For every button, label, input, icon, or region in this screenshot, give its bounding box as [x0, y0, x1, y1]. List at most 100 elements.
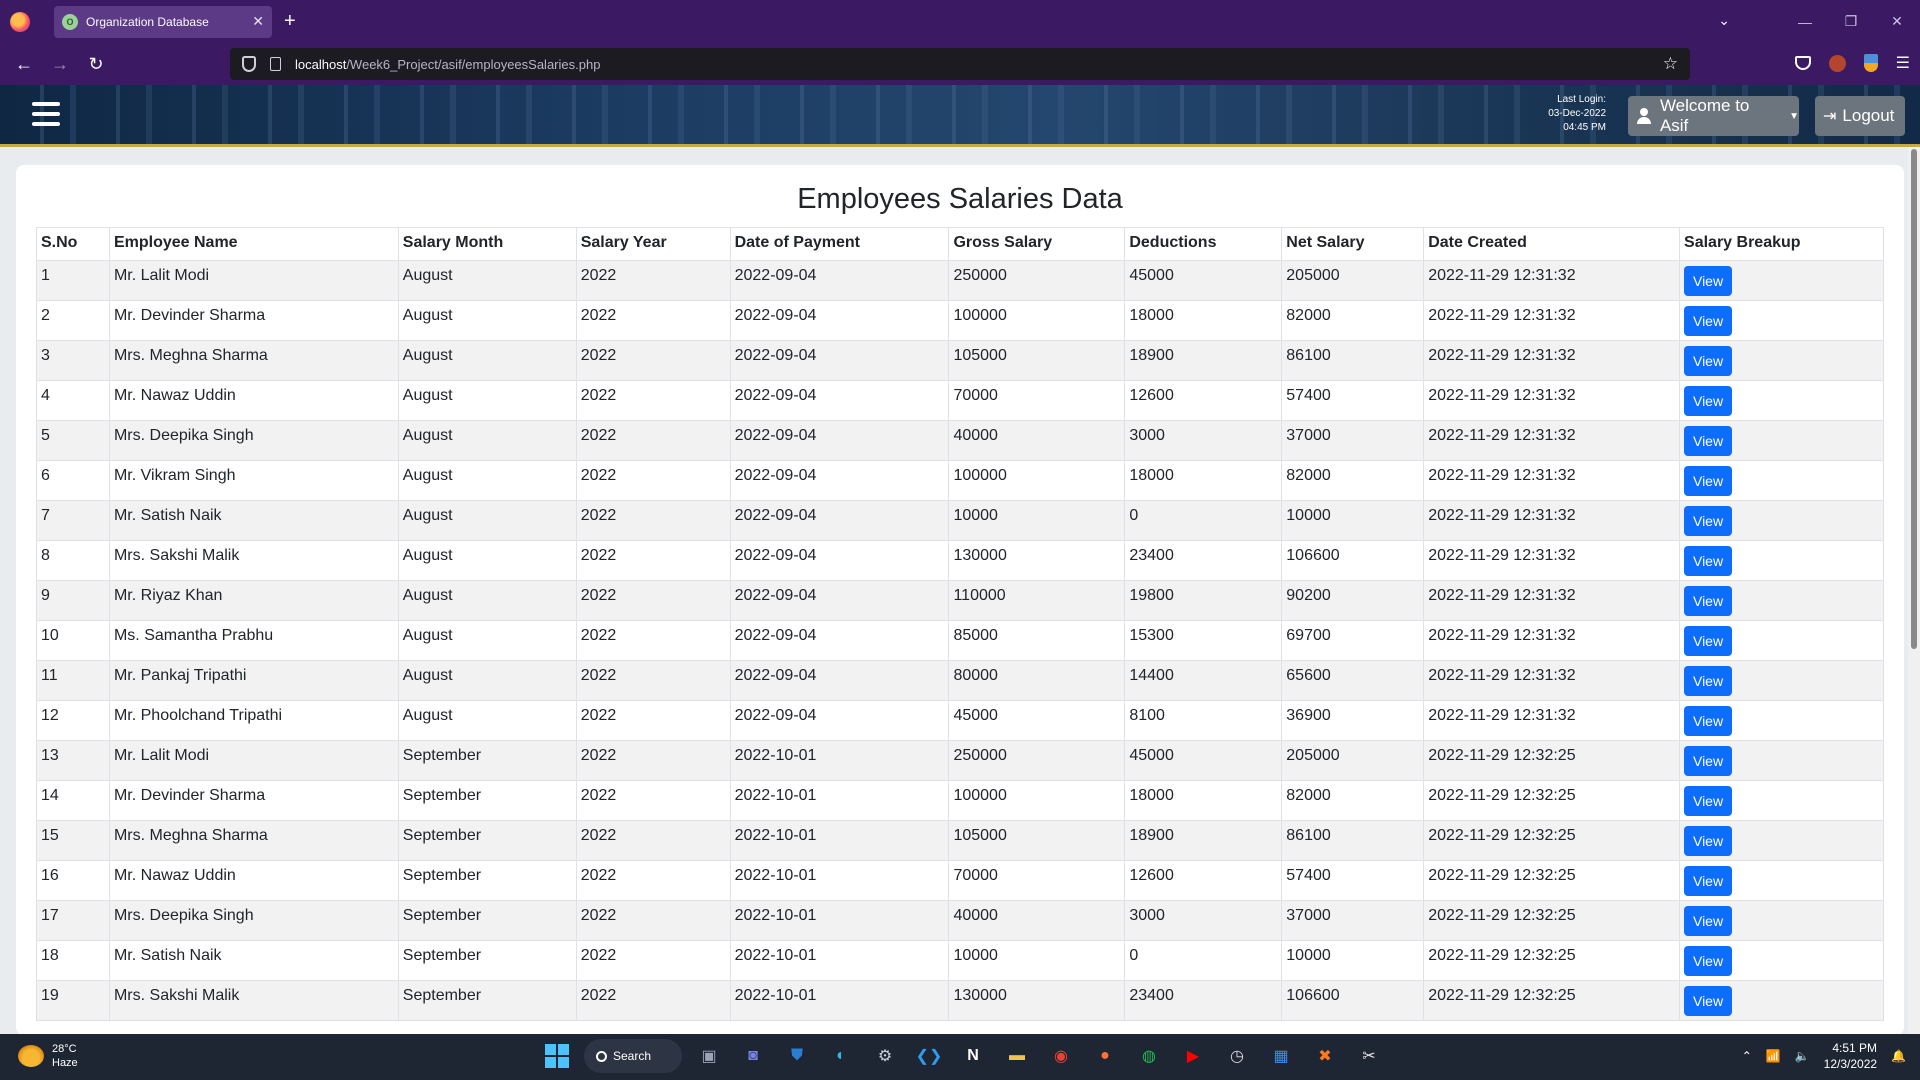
table-cell: 2022-09-04 — [729, 340, 950, 381]
taskbar-search-button[interactable]: Search — [584, 1039, 682, 1073]
bookmark-star-icon[interactable]: ☆ — [1663, 54, 1678, 74]
app-menu-icon[interactable]: ☰ — [1896, 53, 1910, 73]
teams-chat-icon[interactable]: ◙ — [736, 1039, 770, 1073]
edge-browser-icon[interactable]: ◐ — [824, 1039, 858, 1073]
view-salary-breakup-button[interactable]: View — [1684, 426, 1733, 456]
table-row: 12 Mr. Phoolchand Tripathi August 2022 2022-… — [36, 700, 1884, 741]
table-cell: 2022-11-29 12:31:32 — [1423, 420, 1681, 461]
browser-tab[interactable]: O Organization Database ✕ — [54, 5, 272, 38]
task-view-icon[interactable]: ▣ — [692, 1039, 726, 1073]
extension-avatar-icon[interactable] — [1828, 54, 1846, 72]
windows-security-icon[interactable]: ⛊ — [780, 1039, 814, 1073]
chrome-icon[interactable]: ◉ — [1044, 1039, 1078, 1073]
page-scrollbar[interactable] — [1908, 147, 1920, 1034]
pocket-icon[interactable] — [1794, 56, 1811, 70]
tab-close-icon[interactable]: ✕ — [252, 13, 264, 30]
table-cell: 10000 — [1281, 940, 1425, 981]
wifi-icon[interactable]: 📶 — [1766, 1049, 1781, 1063]
xampp-icon[interactable]: ✖ — [1308, 1039, 1342, 1073]
tray-overflow-chevron-icon[interactable]: ⌃ — [1742, 1049, 1752, 1063]
new-tab-icon[interactable]: + — [284, 10, 296, 33]
table-cell: 23400 — [1124, 980, 1283, 1021]
view-salary-breakup-button[interactable]: View — [1684, 346, 1733, 376]
table-cell: September — [397, 820, 577, 861]
view-salary-breakup-button[interactable]: View — [1684, 306, 1733, 336]
view-salary-breakup-button[interactable]: View — [1684, 946, 1733, 976]
page-info-icon[interactable] — [270, 57, 281, 71]
column-header: S.No — [36, 227, 110, 261]
vscode-icon[interactable]: ❮❯ — [912, 1039, 946, 1073]
view-salary-breakup-button[interactable]: View — [1684, 746, 1733, 776]
weather-widget[interactable]: 28°C Haze — [18, 1042, 78, 1070]
scrollbar-thumb[interactable] — [1911, 149, 1917, 649]
firefox-taskbar-icon[interactable]: ● — [1088, 1039, 1122, 1073]
table-cell: Mrs. Sakshi Malik — [108, 540, 399, 581]
spotify-icon[interactable]: ◍ — [1132, 1039, 1166, 1073]
forward-arrow-icon[interactable]: → — [42, 54, 78, 75]
volume-icon[interactable]: 🔈 — [1795, 1049, 1810, 1063]
table-cell: 2022 — [575, 700, 731, 741]
youtube-icon[interactable]: ▶ — [1176, 1039, 1210, 1073]
view-salary-breakup-button[interactable]: View — [1684, 826, 1733, 856]
view-salary-breakup-button[interactable]: View — [1684, 266, 1733, 296]
table-cell: 2022-09-04 — [729, 420, 950, 461]
table-cell: August — [397, 460, 577, 501]
table-cell: 2022-11-29 12:32:25 — [1423, 860, 1681, 901]
file-explorer-icon[interactable]: ▬ — [1000, 1039, 1034, 1073]
start-menu-icon[interactable] — [540, 1039, 574, 1073]
table-cell: 100000 — [948, 780, 1126, 821]
salary-breakup-cell: View — [1679, 460, 1884, 501]
table-cell: 12600 — [1124, 380, 1283, 421]
table-cell: 2022-09-04 — [729, 300, 950, 341]
notion-icon[interactable]: N — [956, 1039, 990, 1073]
hamburger-menu-icon[interactable] — [32, 102, 60, 126]
minimize-icon[interactable]: — — [1782, 14, 1828, 30]
view-salary-breakup-button[interactable]: View — [1684, 466, 1733, 496]
table-cell: August — [397, 300, 577, 341]
list-all-tabs-chevron-icon[interactable]: ⌄ — [1718, 12, 1730, 29]
view-salary-breakup-button[interactable]: View — [1684, 906, 1733, 936]
back-arrow-icon[interactable]: ← — [6, 54, 42, 75]
view-salary-breakup-button[interactable]: View — [1684, 706, 1733, 736]
view-salary-breakup-button[interactable]: View — [1684, 586, 1733, 616]
column-header: Date of Payment — [729, 227, 950, 261]
microsoft-store-icon[interactable]: ▦ — [1264, 1039, 1298, 1073]
table-cell: 8100 — [1124, 700, 1283, 741]
last-login-info: Last Login: 03-Dec-2022 04:45 PM — [1540, 93, 1606, 135]
view-salary-breakup-button[interactable]: View — [1684, 626, 1733, 656]
clock-app-icon[interactable]: ◷ — [1220, 1039, 1254, 1073]
welcome-user-dropdown[interactable]: Welcome to Asif ▼ — [1628, 96, 1799, 136]
firefox-logo-icon[interactable] — [10, 11, 30, 32]
view-salary-breakup-button[interactable]: View — [1684, 386, 1733, 416]
settings-gear-icon[interactable]: ⚙ — [868, 1039, 902, 1073]
table-cell: Mrs. Deepika Singh — [108, 420, 399, 461]
view-salary-breakup-button[interactable]: View — [1684, 866, 1733, 896]
url-bar[interactable]: localhost/Week6_Project/asif/employeesSa… — [230, 48, 1690, 80]
view-salary-breakup-button[interactable]: View — [1684, 546, 1733, 576]
table-cell: 2022-11-29 12:32:25 — [1423, 820, 1681, 861]
tracking-shield-icon[interactable] — [242, 56, 256, 72]
salary-breakup-cell: View — [1679, 820, 1884, 861]
clock-time: 4:51 PM — [1832, 1041, 1878, 1055]
view-salary-breakup-button[interactable]: View — [1684, 666, 1733, 696]
restore-icon[interactable]: ❐ — [1828, 13, 1874, 30]
snipping-tool-icon[interactable]: ✂ — [1352, 1039, 1386, 1073]
view-salary-breakup-button[interactable]: View — [1684, 786, 1733, 816]
table-cell: 70000 — [948, 380, 1126, 421]
close-window-icon[interactable]: ✕ — [1874, 13, 1920, 30]
app-header: Last Login: 03-Dec-2022 04:45 PM Welcome… — [0, 85, 1920, 147]
view-salary-breakup-button[interactable]: View — [1684, 506, 1733, 536]
taskbar-clock[interactable]: 4:51 PM 12/3/2022 — [1824, 1040, 1877, 1072]
reload-icon[interactable]: ↻ — [78, 54, 114, 75]
table-cell: Mr. Riyaz Khan — [108, 580, 399, 621]
extension-badge-icon[interactable] — [1863, 54, 1878, 72]
table-cell: 130000 — [948, 980, 1126, 1021]
taskbar-apps: Search ▣ ◙ ⛊ ◐ ⚙ ❮❯ N ▬ ◉ ● ◍ ▶ ◷ ▦ ✖ ✂ — [540, 1039, 1386, 1073]
table-cell: August — [397, 700, 577, 741]
column-header: Employee Name — [108, 227, 399, 261]
url-path: /Week6_Project/asif/employeesSalaries.ph… — [346, 56, 601, 72]
logout-button[interactable]: ⇥ Logout — [1815, 96, 1905, 136]
notification-bell-icon[interactable]: 🔔 — [1891, 1049, 1906, 1063]
column-header: Gross Salary — [948, 227, 1126, 261]
view-salary-breakup-button[interactable]: View — [1684, 986, 1733, 1016]
